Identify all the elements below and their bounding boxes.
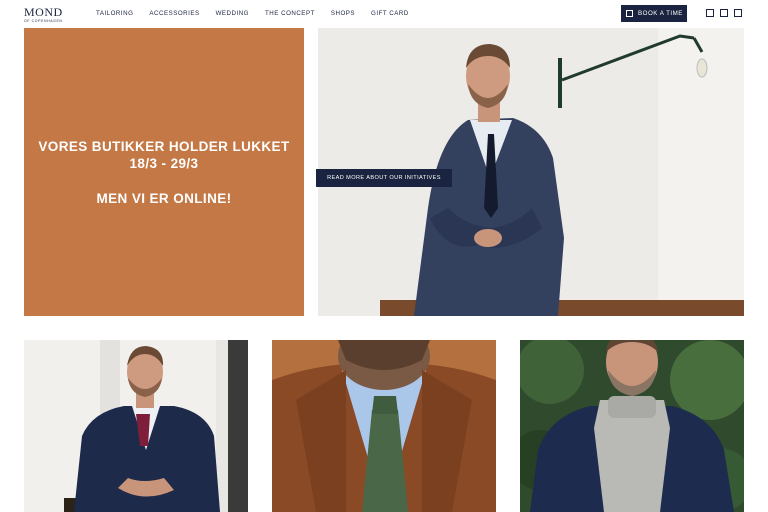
store-closed-banner: VORES BUTIKKER HOLDER LUKKET 18/3 - 29/3… xyxy=(24,28,304,316)
product-tile-navy-suit[interactable] xyxy=(24,340,248,512)
nav-item-wedding[interactable]: WEDDING xyxy=(216,10,249,17)
calendar-icon xyxy=(626,10,633,17)
search-icon[interactable] xyxy=(706,9,714,17)
main-nav: TAILORING ACCESSORIES WEDDING THE CONCEP… xyxy=(96,10,425,17)
promo-headline: VORES BUTIKKER HOLDER LUKKET xyxy=(38,138,290,154)
book-a-time-label: BOOK A TIME xyxy=(638,10,683,17)
logo-text: MOND xyxy=(24,5,63,19)
product-tile-tweed-jacket[interactable] xyxy=(272,340,496,512)
nav-item-the-concept[interactable]: THE CONCEPT xyxy=(265,10,315,17)
read-more-button[interactable]: READ MORE ABOUT OUR INITIATIVES xyxy=(316,169,452,187)
product-tile-turtleneck[interactable] xyxy=(520,340,744,512)
nav-item-tailoring[interactable]: TAILORING xyxy=(96,10,133,17)
cart-icon[interactable] xyxy=(734,9,742,17)
promo-online-message: MEN VI ER ONLINE! xyxy=(96,190,232,206)
nav-item-shops[interactable]: SHOPS xyxy=(331,10,355,17)
account-icon[interactable] xyxy=(720,9,728,17)
promo-dates: 18/3 - 29/3 xyxy=(129,155,199,171)
logo[interactable]: MOND OF COPENHAGEN xyxy=(24,5,68,23)
logo-subtitle: OF COPENHAGEN xyxy=(24,19,63,23)
nav-item-accessories[interactable]: ACCESSORIES xyxy=(149,10,199,17)
nav-item-gift-card[interactable]: GIFT CARD xyxy=(371,10,409,17)
book-a-time-button[interactable]: BOOK A TIME xyxy=(621,5,687,22)
site-header: MOND OF COPENHAGEN TAILORING ACCESSORIES… xyxy=(0,0,768,28)
